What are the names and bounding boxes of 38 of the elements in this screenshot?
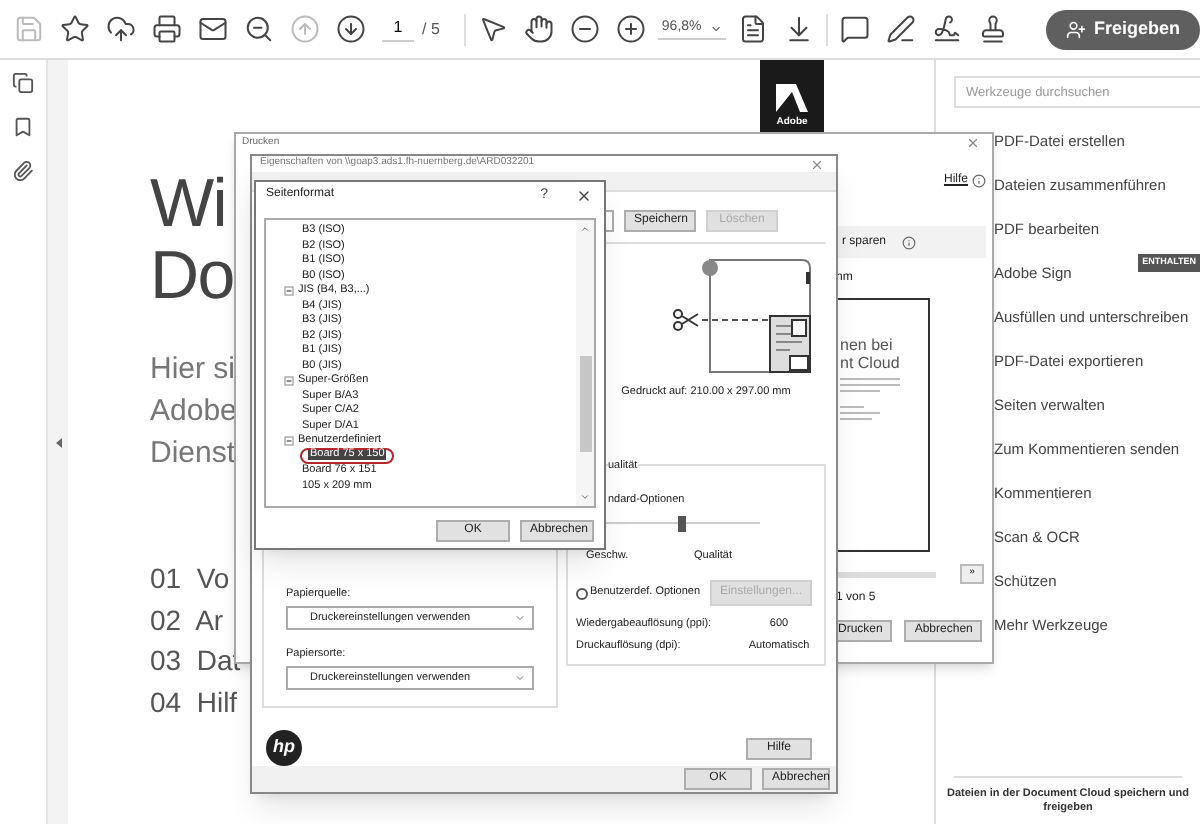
collapse-icon[interactable]: [284, 375, 294, 386]
preview-text: nt Cloud: [840, 354, 902, 372]
print-icon[interactable]: [148, 10, 186, 48]
preview-text-lines-drawing: [840, 378, 900, 420]
pages-icon[interactable]: [12, 72, 34, 94]
intro-text: Adobe: [150, 392, 237, 432]
contents-entry: 02 Ar: [150, 601, 224, 639]
person-add-icon: [1065, 19, 1086, 39]
page-number-field[interactable]: 1: [382, 16, 414, 42]
intro-text: Dienst: [150, 434, 236, 474]
info-icon: [972, 174, 986, 188]
bookmark-icon[interactable]: [12, 116, 34, 138]
logo-mark-icon: [776, 83, 808, 111]
scroll-up-icon[interactable]: [580, 223, 590, 234]
collapse-icon[interactable]: [284, 435, 294, 446]
scissors-icon: [673, 309, 699, 332]
scroll-down-icon[interactable]: [580, 491, 590, 502]
heading-text: Do: [150, 240, 234, 312]
hp-logo: hp: [266, 730, 302, 767]
next-page-icon[interactable]: [332, 10, 370, 48]
info-icon: [902, 235, 917, 249]
collapse-icon[interactable]: [284, 285, 294, 296]
caret-icon: [709, 21, 722, 35]
hand-icon[interactable]: [519, 10, 558, 48]
contents-entry: 01 Vo: [150, 560, 230, 598]
scrollbar[interactable]: [576, 219, 594, 506]
close-icon[interactable]: [576, 187, 592, 204]
contents-entry: 04 Hilf: [150, 683, 238, 721]
preview-text: nen bei: [840, 336, 895, 354]
slider-thumb[interactable]: [678, 515, 687, 532]
page-count: / 5: [422, 17, 440, 41]
caret-icon: [514, 611, 526, 624]
intro-text: Hier si: [150, 350, 236, 390]
share-button[interactable]: Freigeben: [1045, 9, 1200, 49]
heading-text: Wi: [150, 168, 226, 240]
caret-icon: [514, 672, 526, 685]
paperclip-icon[interactable]: [12, 160, 34, 182]
collapse-arrow-icon[interactable]: [55, 437, 61, 447]
